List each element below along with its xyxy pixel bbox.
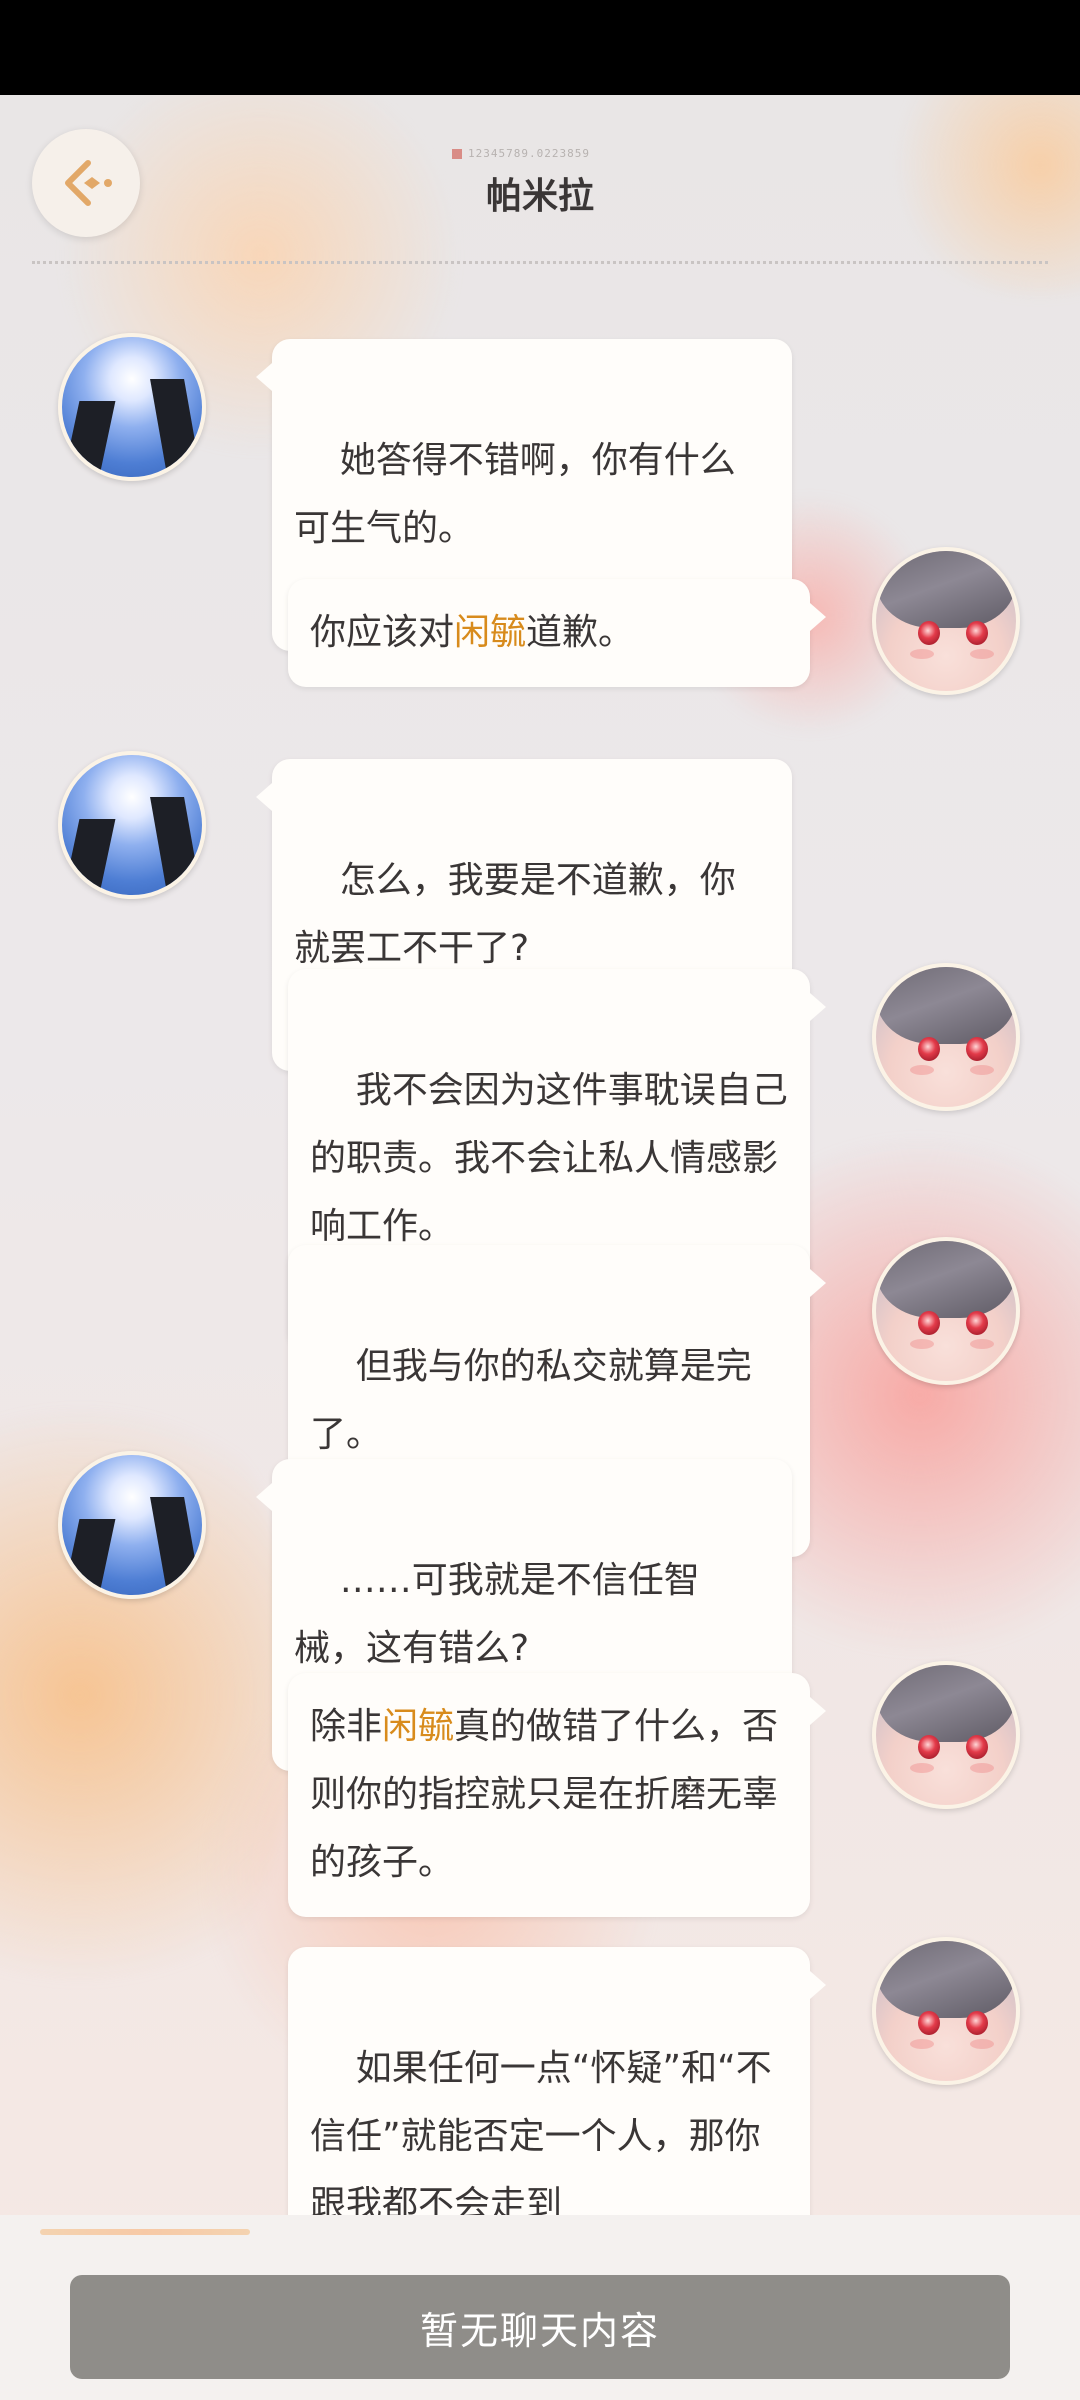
chat-screen: 12345789.0223859 帕米拉 她答得不错啊，你有什么可生气的。 你应… bbox=[0, 95, 1080, 2400]
page-title: 帕米拉 bbox=[485, 176, 594, 217]
header-divider bbox=[32, 261, 1048, 264]
message-text: 除非 bbox=[310, 1706, 383, 1747]
message-text: 怎么，我要是不道歉，你就罢工不干了? bbox=[294, 860, 736, 969]
message-bubble: 你应该对闲毓道歉。 bbox=[288, 579, 826, 687]
panel-decoration bbox=[40, 2229, 250, 2235]
message-text: 你应该对 bbox=[310, 612, 455, 653]
chat-header: 12345789.0223859 帕米拉 bbox=[0, 95, 1080, 265]
pamela-avatar[interactable] bbox=[872, 963, 1020, 1111]
no-chat-button[interactable]: 暂无聊天内容 bbox=[70, 2275, 1010, 2379]
message-text: 如果任何一点“怀疑”和“不信任”就能否定一个人，那你跟我都不会走到 bbox=[310, 2048, 772, 2225]
pamela-avatar[interactable] bbox=[872, 1661, 1020, 1809]
chat-id: 12345789.0223859 bbox=[468, 147, 590, 160]
bottom-panel: 暂无聊天内容 bbox=[0, 2215, 1080, 2400]
message-text: 我不会因为这件事耽误自己的职责。我不会让私人情感影响工作。 bbox=[310, 1070, 788, 1247]
message-text: ……可我就是不信任智械，这有错么? bbox=[294, 1560, 700, 1669]
sky-avatar[interactable] bbox=[58, 751, 206, 899]
message-text: 她答得不错啊，你有什么可生气的。 bbox=[294, 440, 736, 549]
message-text: 但我与你的私交就算是完了。 bbox=[310, 1346, 752, 1455]
sky-avatar[interactable] bbox=[58, 1451, 206, 1599]
status-bar bbox=[0, 0, 1080, 95]
pamela-avatar[interactable] bbox=[872, 547, 1020, 695]
sky-avatar[interactable] bbox=[58, 333, 206, 481]
message-bubble: 除非闲毓真的做错了什么，否则你的指控就只是在折磨无辜的孩子。 bbox=[288, 1673, 826, 1917]
message-text: 道歉。 bbox=[526, 612, 635, 653]
pamela-avatar[interactable] bbox=[872, 1937, 1020, 2085]
highlight-name[interactable]: 闲毓 bbox=[382, 1706, 454, 1747]
pamela-avatar[interactable] bbox=[872, 1237, 1020, 1385]
chat-id-line: 12345789.0223859 bbox=[452, 147, 590, 160]
id-mark-icon bbox=[452, 149, 462, 159]
highlight-name[interactable]: 闲毓 bbox=[454, 612, 526, 653]
